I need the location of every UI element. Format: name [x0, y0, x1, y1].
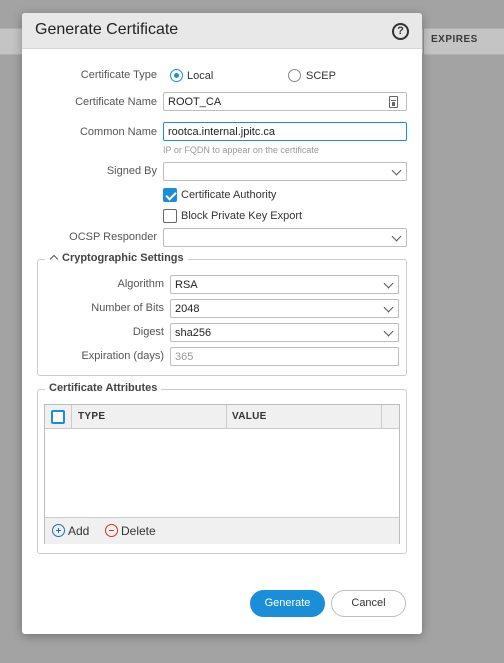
number-of-bits-select[interactable]: 2048 — [170, 299, 399, 318]
ocsp-responder-select[interactable] — [163, 228, 407, 247]
block-private-key-export-label[interactable]: Block Private Key Export — [181, 210, 302, 222]
cancel-button[interactable]: Cancel — [331, 590, 406, 617]
signed-by-select[interactable] — [163, 162, 407, 181]
certificate-name-input[interactable]: ROOT_CA — [163, 92, 407, 111]
column-value[interactable]: VALUE — [232, 411, 267, 422]
algorithm-value: RSA — [175, 279, 198, 291]
add-button[interactable]: Add — [52, 524, 89, 538]
certificate-name-field-icon[interactable] — [389, 96, 398, 108]
algorithm-label: Algorithm — [117, 278, 164, 290]
expiration-label: Expiration (days) — [81, 350, 164, 362]
certificate-type-label: Certificate Type — [80, 69, 157, 81]
table-footer: Add Delete — [45, 517, 399, 544]
ocsp-responder-label: OCSP Responder — [69, 231, 157, 243]
background-column-expires: EXPIRES — [431, 34, 478, 45]
delete-button[interactable]: Delete — [105, 524, 156, 538]
certificate-name-value: ROOT_CA — [168, 96, 222, 108]
dialog-title: Generate Certificate — [35, 21, 179, 38]
digest-select[interactable]: sha256 — [170, 323, 399, 342]
column-divider — [381, 405, 382, 429]
radio-local[interactable] — [170, 69, 183, 82]
add-label: Add — [68, 524, 90, 538]
select-all-checkbox[interactable] — [51, 410, 65, 424]
column-divider — [71, 405, 72, 429]
cryptographic-settings-legend[interactable]: Cryptographic Settings — [45, 252, 188, 264]
block-private-key-export-checkbox[interactable] — [163, 209, 177, 223]
chevron-down-icon — [391, 231, 402, 242]
common-name-hint: IP or FQDN to appear on the certificate — [163, 145, 319, 155]
number-of-bits-value: 2048 — [175, 303, 200, 315]
column-type[interactable]: TYPE — [78, 411, 105, 422]
help-icon[interactable]: ? — [392, 23, 409, 40]
radio-scep[interactable] — [288, 69, 301, 82]
table-header: TYPE VALUE — [45, 405, 399, 429]
chevron-up-icon[interactable] — [49, 254, 59, 264]
background-column-divider — [423, 28, 424, 55]
chevron-down-icon — [391, 165, 402, 176]
certificate-attributes-legend: Certificate Attributes — [45, 382, 162, 394]
chevron-down-icon — [383, 302, 394, 313]
chevron-down-icon — [383, 326, 394, 337]
certificate-authority-checkbox[interactable] — [163, 188, 177, 202]
column-divider — [226, 405, 227, 429]
certificate-attributes-table: TYPE VALUE Add Delete — [44, 404, 400, 544]
algorithm-select[interactable]: RSA — [170, 275, 399, 294]
common-name-value: rootca.internal.jpitc.ca — [168, 126, 275, 138]
delete-label: Delete — [121, 524, 156, 538]
common-name-label: Common Name — [79, 126, 157, 138]
add-icon — [52, 524, 65, 537]
radio-scep-label[interactable]: SCEP — [306, 70, 336, 82]
dialog-header: Generate Certificate ? — [22, 13, 422, 49]
signed-by-label: Signed By — [106, 165, 157, 177]
expiration-placeholder: 365 — [175, 351, 194, 363]
certificate-authority-label[interactable]: Certificate Authority — [181, 189, 276, 201]
number-of-bits-label: Number of Bits — [91, 302, 164, 314]
radio-local-label[interactable]: Local — [187, 70, 213, 82]
chevron-down-icon — [383, 278, 394, 289]
digest-label: Digest — [132, 326, 164, 338]
certificate-name-label: Certificate Name — [75, 96, 157, 108]
digest-value: sha256 — [175, 327, 212, 339]
common-name-input[interactable]: rootca.internal.jpitc.ca — [163, 122, 407, 141]
delete-icon — [105, 524, 118, 537]
generate-certificate-dialog: Generate Certificate ? Certificate Type … — [22, 13, 422, 634]
expiration-input[interactable]: 365 — [170, 347, 399, 366]
cryptographic-settings-title: Cryptographic Settings — [62, 252, 184, 264]
generate-button[interactable]: Generate — [250, 590, 325, 617]
